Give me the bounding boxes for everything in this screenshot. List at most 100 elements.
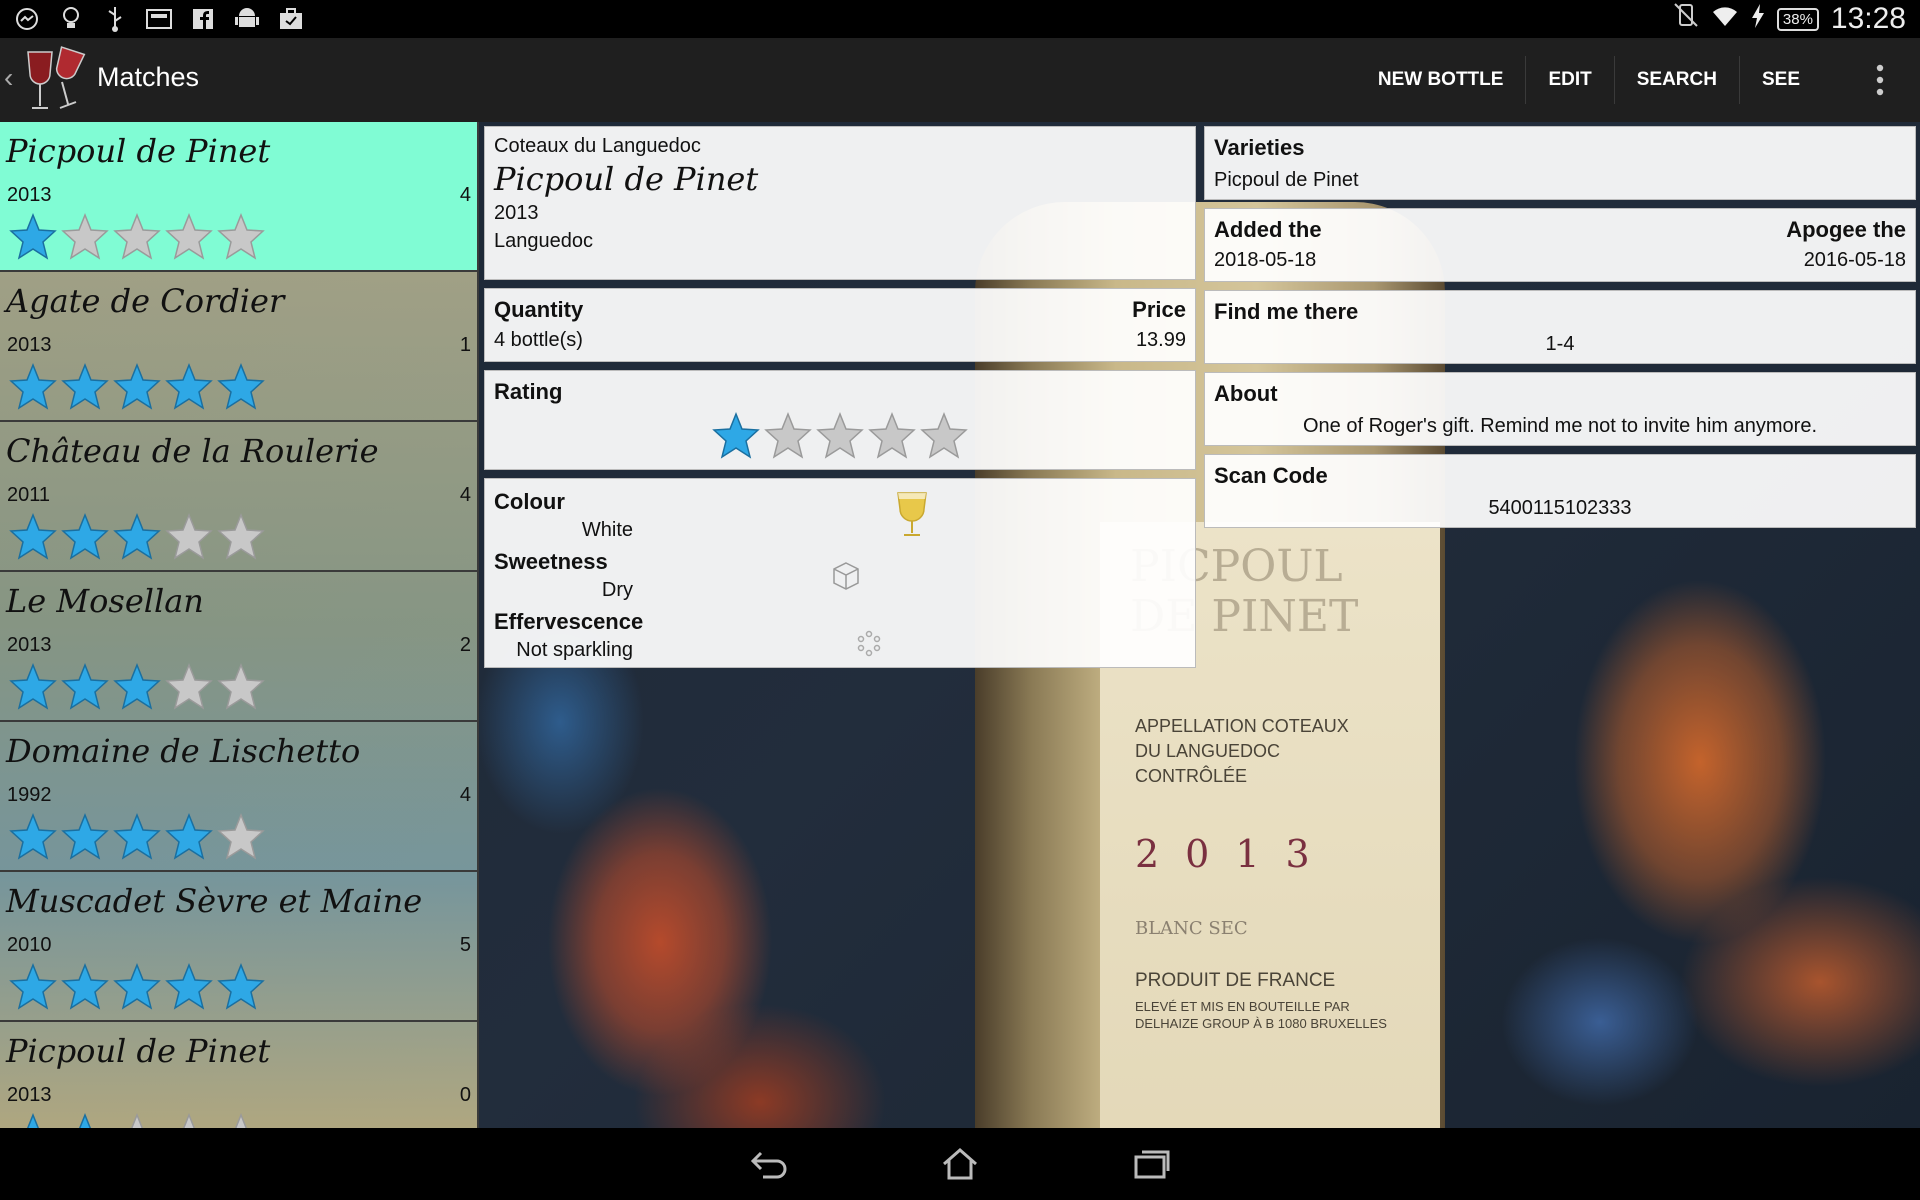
bottle-count: 4 [459, 184, 471, 206]
wine-year: 2013 [7, 334, 52, 356]
star-filled-icon [113, 812, 161, 860]
region-text: Coteaux du Languedoc [494, 135, 701, 157]
quantity-price-card: Quantity 4 bottle(s) Price 13.99 [484, 288, 1196, 362]
wine-year: 2011 [7, 484, 51, 506]
wine-list[interactable]: Picpoul de Pinet 2013 4 Agate de Cordier 201… [0, 122, 479, 1128]
appellation-text: Languedoc [494, 230, 593, 252]
wine-name: Château de la Roulerie [6, 432, 379, 470]
star-empty-icon [165, 512, 213, 560]
wine-list-item[interactable]: Picpoul de Pinet 2013 0 [0, 1022, 479, 1128]
back-chevron-icon[interactable]: ‹ [4, 62, 13, 94]
star-empty-icon [165, 662, 213, 710]
usb-icon [100, 4, 130, 34]
wine-year: 2013 [7, 184, 52, 206]
characteristics-card: Colour White Sweetness Dry Effervescence… [484, 478, 1196, 668]
wine-rating-stars [8, 512, 266, 562]
star-filled-icon [165, 962, 213, 1010]
bottle-label-appellation: APPELLATION COTEAUX DU LANGUEDOC CONTRÔL… [1135, 714, 1349, 789]
wifi-icon [1711, 2, 1739, 36]
navigation-bar [0, 1128, 1920, 1200]
wine-list-item[interactable]: Agate de Cordier 2013 1 [0, 272, 479, 422]
scan-code-value: 5400115102333 [1488, 497, 1632, 519]
rating-stars[interactable] [711, 411, 969, 461]
see-button[interactable]: SEE [1740, 56, 1840, 104]
star-empty-icon [816, 411, 864, 459]
quantity-label: Quantity [494, 297, 584, 322]
wine-list-item[interactable]: Domaine de Lischetto 1992 4 [0, 722, 479, 872]
appellation-line: CONTRÔLÉE [1135, 766, 1248, 786]
facebook-icon [188, 4, 218, 34]
bottle-label-year: 2013 [1135, 832, 1336, 876]
bottle-count: 4 [459, 484, 471, 506]
content-area: PICPOUL DE PINET APPELLATION COTEAUX DU … [0, 122, 1920, 1128]
star-empty-icon [764, 411, 812, 459]
star-filled-icon [61, 362, 109, 410]
identity-card: Coteaux du Languedoc Picpoul de Pinet 20… [484, 126, 1196, 280]
star-empty-icon [920, 411, 968, 459]
bottle-count: 0 [459, 1084, 471, 1106]
bottle-count: 5 [459, 934, 471, 956]
wine-rating-stars [8, 962, 266, 1012]
home-icon[interactable] [930, 1142, 990, 1186]
star-filled-icon [165, 362, 213, 410]
wine-year: 1992 [7, 784, 52, 806]
briefcase-icon [276, 4, 306, 34]
colour-value: White [581, 519, 633, 541]
wine-year: 2013 [7, 1084, 52, 1106]
star-empty-icon [868, 411, 916, 459]
battery-level: 38% [1776, 7, 1819, 31]
star-filled-icon [61, 962, 109, 1010]
star-filled-icon [217, 962, 265, 1010]
clock: 13:28 [1830, 2, 1906, 35]
varieties-card: Varieties Picpoul de Pinet [1204, 126, 1916, 200]
find-me-there-label: Find me there [1214, 299, 1359, 324]
new-bottle-button[interactable]: NEW BOTTLE [1356, 56, 1527, 104]
star-empty-icon [217, 812, 265, 860]
recent-apps-icon[interactable] [1122, 1142, 1182, 1186]
wine-rating-stars [8, 362, 266, 412]
bottler-line: ELEVÉ ET MIS EN BOUTEILLE PAR [1135, 999, 1350, 1014]
star-filled-icon [61, 512, 109, 560]
star-filled-icon [9, 812, 57, 860]
wine-name: Le Mosellan [6, 582, 204, 620]
wine-rating-stars [8, 812, 266, 862]
rating-card: Rating [484, 370, 1196, 470]
added-label: Added the [1214, 217, 1322, 242]
wine-list-item[interactable]: Picpoul de Pinet 2013 4 [0, 122, 479, 272]
wine-rating-stars [8, 1112, 266, 1128]
star-filled-icon [165, 812, 213, 860]
action-bar: ‹ Matches NEW BOTTLE EDIT SEARCH SEE [0, 38, 1920, 122]
wine-name: Picpoul de Pinet [494, 160, 759, 198]
bottle-count: 1 [459, 334, 471, 356]
wine-name: Picpoul de Pinet [6, 1032, 271, 1070]
wine-list-item[interactable]: Le Mosellan 2013 2 [0, 572, 479, 722]
wine-glasses-logo-icon[interactable] [22, 46, 88, 114]
newspaper-icon [144, 4, 174, 34]
star-filled-icon [9, 512, 57, 560]
about-card: About One of Roger's gift. Remind me not… [1204, 372, 1916, 446]
sweetness-label: Sweetness [494, 549, 608, 574]
star-empty-icon [234, 1112, 248, 1128]
scan-code-label: Scan Code [1214, 463, 1328, 488]
star-filled-icon [113, 662, 161, 710]
location-card: Find me there 1-4 [1204, 290, 1916, 364]
overflow-menu-icon[interactable] [1840, 38, 1920, 122]
varieties-value: Picpoul de Pinet [1214, 169, 1359, 191]
rating-label: Rating [494, 379, 563, 404]
wine-year: 2010 [7, 934, 52, 956]
apogee-label: Apogee the [1786, 217, 1906, 242]
wine-name: Picpoul de Pinet [6, 132, 271, 170]
sugar-cube-icon [831, 561, 861, 597]
edit-button[interactable]: EDIT [1526, 56, 1615, 104]
vibrate-icon [1673, 2, 1699, 36]
bubbles-icon [855, 629, 883, 663]
wine-list-item[interactable]: Muscadet Sèvre et Maine 2010 5 [0, 872, 479, 1022]
back-icon[interactable] [739, 1142, 799, 1186]
bottler-line: DELHAIZE GROUP À B 1080 BRUXELLES [1135, 1016, 1387, 1031]
wine-list-item[interactable]: Château de la Roulerie 2011 4 [0, 422, 479, 572]
android-icon [232, 4, 262, 34]
search-button[interactable]: SEARCH [1615, 56, 1740, 104]
vintage-year: 2013 [494, 202, 539, 224]
star-filled-icon [9, 212, 57, 260]
wine-rating-stars [8, 212, 266, 262]
